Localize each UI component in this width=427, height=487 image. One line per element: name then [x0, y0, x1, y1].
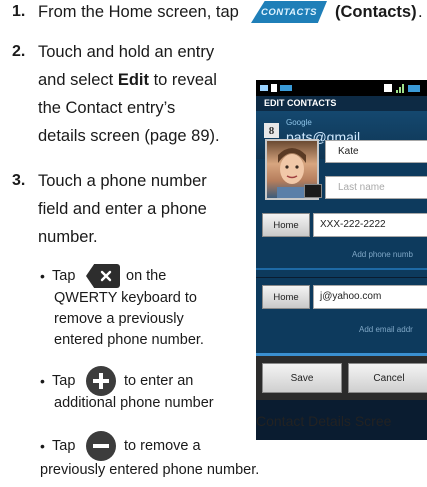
bullet-2-tap: Tap — [52, 373, 76, 389]
phone-screenshot: EDIT CONTACTS 8 Google pats@gmail.... Ka… — [256, 80, 427, 440]
step-1-bold-label: (Contacts) — [335, 3, 417, 21]
signal-icons — [384, 84, 420, 93]
backspace-key-icon — [86, 264, 120, 288]
step-2-line-1: Touch and hold an entry — [38, 43, 215, 61]
bullet-1-tap: Tap — [52, 268, 76, 284]
screen-title: EDIT CONTACTS — [264, 98, 337, 108]
bullet-dot: • — [40, 268, 45, 284]
phone-number-value: XXX-222-2222 — [320, 219, 386, 230]
step-1-text: From the Home screen, tap — [38, 3, 239, 21]
step-1-period: . — [418, 3, 423, 21]
step-3-line-1: Touch a phone number — [38, 172, 207, 190]
step-3-number: 3. — [12, 172, 26, 189]
plus-icon — [93, 373, 109, 389]
status-bar — [256, 80, 427, 96]
phone-type-label: Home — [273, 219, 299, 231]
section-divider — [256, 268, 427, 270]
x-mark-icon — [100, 270, 112, 282]
email-type-label: Home — [273, 291, 299, 303]
screen-title-bar: EDIT CONTACTS — [256, 96, 427, 111]
remove-circle-icon — [86, 431, 116, 461]
bullet-1-line-2: QWERTY keyboard to — [54, 290, 197, 306]
step-3-line-2: field and enter a phone — [38, 200, 207, 218]
last-name-field[interactable]: Last name — [325, 176, 427, 199]
bullet-2-after: to enter an — [124, 373, 194, 389]
contacts-tab-label: CONTACTS — [260, 6, 318, 18]
step-2-line-2: and select Edit to reveal — [38, 68, 217, 93]
bullet-dot: • — [40, 373, 45, 389]
camera-edit-icon[interactable] — [304, 184, 322, 198]
step-2-line-4: details screen (page 89). — [38, 127, 220, 145]
figure-caption: Contact Details Scree — [256, 413, 392, 429]
bullet-1-line-3: remove a previously — [54, 311, 184, 327]
add-circle-icon — [86, 366, 116, 396]
step-2-text-a: and select — [38, 71, 114, 89]
email-value: j@yahoo.com — [320, 291, 382, 302]
cancel-label: Cancel — [373, 372, 405, 384]
bullet-1-after: on the — [126, 268, 167, 284]
bullet-3-tap: Tap — [52, 438, 76, 454]
phone-type-button[interactable]: Home — [262, 213, 310, 237]
first-name-value: Kate — [338, 146, 359, 157]
contacts-tab-icon: CONTACTS — [251, 1, 327, 23]
step-2-text-b: to reveal — [153, 71, 217, 89]
notification-icons — [260, 84, 292, 92]
bullet-3-after: to remove a — [124, 438, 201, 454]
save-label: Save — [290, 372, 314, 384]
step-3-line-3: number. — [38, 228, 98, 246]
minus-icon — [93, 444, 109, 448]
step-2-number: 2. — [12, 43, 26, 60]
cancel-button[interactable]: Cancel — [348, 363, 427, 393]
step-1-number: 1. — [12, 3, 26, 20]
last-name-placeholder: Last name — [338, 182, 385, 193]
bullet-dot: • — [40, 438, 45, 454]
step-2-edit-label: Edit — [117, 71, 149, 89]
email-field[interactable]: j@yahoo.com — [313, 285, 427, 309]
bullet-3-line-2: previously entered phone number. — [40, 462, 260, 478]
phone-number-field[interactable]: XXX-222-2222 — [313, 213, 427, 237]
account-type: Google — [286, 118, 312, 127]
save-button[interactable]: Save — [262, 363, 342, 393]
add-email-link[interactable]: Add email addr — [359, 325, 413, 334]
first-name-field[interactable]: Kate — [325, 140, 427, 163]
google-account-icon: 8 — [264, 123, 279, 138]
bullet-1-line-4: entered phone number. — [54, 332, 204, 348]
step-2-line-3: the Contact entry’s — [38, 99, 176, 117]
bullet-2-line-2: additional phone number — [54, 395, 214, 411]
add-phone-number-link[interactable]: Add phone numb — [352, 250, 413, 259]
email-type-button[interactable]: Home — [262, 285, 310, 309]
